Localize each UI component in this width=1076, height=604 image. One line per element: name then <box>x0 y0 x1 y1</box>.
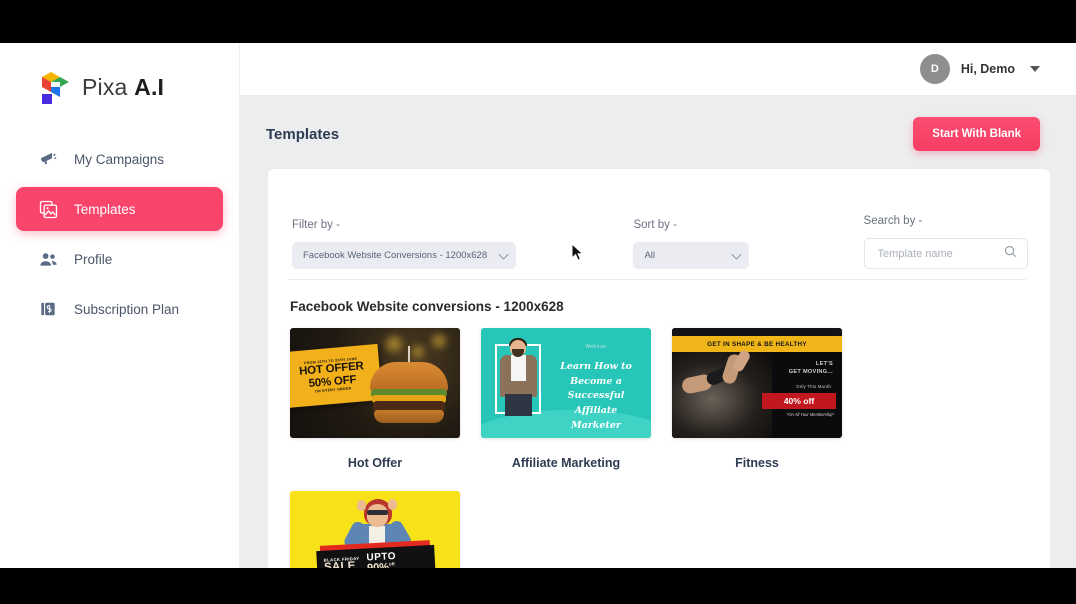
template-name: Fitness <box>735 456 779 470</box>
sidebar-item-label: Profile <box>74 251 113 267</box>
section-title: Facebook Website conversions - 1200x628 <box>290 299 564 314</box>
bokeh-light <box>386 336 402 352</box>
chevron-down-icon <box>498 249 509 260</box>
affiliate-kicker: Webinar <box>585 344 607 350</box>
bf-percent: 90% <box>367 562 390 568</box>
megaphone-icon <box>38 149 58 169</box>
top-strip <box>672 328 842 336</box>
templates-grid: FROM 12TH TO 20TH JUNE HOT OFFER 50% OFF… <box>286 314 1028 568</box>
letterbox-bottom <box>0 568 1076 604</box>
image-stack-icon <box>38 199 58 219</box>
athlete-illustration <box>680 348 756 408</box>
template-name: Affiliate Marketing <box>511 456 621 470</box>
sort-by-group: Sort by - All <box>633 219 749 269</box>
fitness-fine-print: *On All Your Membership* <box>786 412 834 417</box>
fitness-moving: GET MOVING... <box>788 369 833 376</box>
start-with-blank-button[interactable]: Start With Blank <box>913 117 1040 151</box>
sidebar-item-subscription-plan[interactable]: Subscription Plan <box>16 287 223 331</box>
fitness-only-this-month: Only This Month <box>796 384 831 389</box>
fitness-band: GET IN SHAPE & BE HEALTHY <box>672 336 842 352</box>
people-icon <box>38 249 58 269</box>
chevron-down-icon <box>731 249 741 260</box>
avatar: D <box>919 54 950 84</box>
sidebar-item-label: Subscription Plan <box>74 301 180 317</box>
template-thumbnail[interactable]: FROM 12TH TO 20TH JUNE HOT OFFER 50% OFF… <box>290 328 460 438</box>
burger-illustration <box>370 346 448 424</box>
affiliate-line-2: Become a Successful <box>567 375 625 402</box>
template-card-fitness[interactable]: GET IN SHAPE & BE HEALTHY LET'S GET MOVI… <box>672 328 842 470</box>
search-icon[interactable] <box>1004 245 1017 263</box>
sidebar-nav: My Campaigns Templates Profile Subscript… <box>0 137 239 331</box>
sidebar-item-my-campaigns[interactable]: My Campaigns <box>16 137 223 181</box>
sort-by-label: Sort by - <box>633 219 677 231</box>
template-card-affiliate-marketing[interactable]: Webinar Learn How to Become a Successful… <box>481 328 651 470</box>
affiliate-line-3: Affiliate Marketer <box>571 405 621 431</box>
content-header: Templates Start With Blank <box>240 95 1076 151</box>
topbar: D Hi, Demo <box>240 43 1076 95</box>
filter-by-value: Facebook Website Conversions - 1200x628 <box>303 250 488 261</box>
fitness-lets: LET'S <box>815 361 833 367</box>
main-content: Templates Start With Blank Filter by - F… <box>240 95 1076 568</box>
template-name: Hot Offer <box>347 456 403 470</box>
affiliate-copy: Webinar Learn How to Become a Successful… <box>549 344 643 434</box>
user-menu[interactable]: D Hi, Demo <box>919 54 1040 84</box>
search-input[interactable] <box>877 247 997 260</box>
template-card-black-friday-sale[interactable]: BLACK FRIDAY SALE UPTO 90%off Black Frid… <box>290 491 460 568</box>
letterbox-top <box>0 0 1076 43</box>
sidebar-item-label: Templates <box>74 201 136 217</box>
offer-tag: FROM 12TH TO 20TH JUNE HOT OFFER 50% OFF… <box>290 343 383 409</box>
chevron-down-icon[interactable] <box>1030 66 1040 72</box>
template-thumbnail[interactable]: GET IN SHAPE & BE HEALTHY LET'S GET MOVI… <box>672 328 842 438</box>
filters-bar: Filter by - Facebook Website Conversions… <box>286 191 1028 269</box>
sidebar-item-label: My Campaigns <box>74 151 165 167</box>
filter-by-group: Filter by - Facebook Website Conversions… <box>292 219 517 269</box>
sidebar-item-profile[interactable]: Profile <box>16 237 223 281</box>
subscription-card-icon <box>38 299 58 319</box>
search-by-label: Search by - <box>863 215 923 227</box>
pixa-cube-logo-icon <box>38 69 72 105</box>
affiliate-line-1: Learn How to <box>560 361 632 372</box>
brand-name: Pixa A.I <box>82 73 165 100</box>
page-title: Templates <box>266 125 340 143</box>
sort-by-select[interactable]: All <box>633 242 749 269</box>
filter-by-label: Filter by - <box>292 219 340 231</box>
person-illustration <box>497 336 540 416</box>
search-by-group: Search by - <box>863 215 1028 269</box>
sidebar: Pixa A.I My Campaigns Templates Profile … <box>0 43 240 568</box>
filter-by-select[interactable]: Facebook Website Conversions - 1200x628 <box>292 242 517 269</box>
app-window: Pixa A.I My Campaigns Templates Profile … <box>0 43 1076 568</box>
templates-panel: Filter by - Facebook Website Conversions… <box>268 169 1050 568</box>
bf-sale: SALE <box>323 560 356 568</box>
brand-logo[interactable]: Pixa A.I <box>0 43 239 113</box>
search-field[interactable] <box>863 238 1028 269</box>
bokeh-light <box>412 346 424 358</box>
fitness-discount-badge: 40% off <box>762 393 836 409</box>
sidebar-item-templates[interactable]: Templates <box>16 187 223 231</box>
template-thumbnail[interactable]: BLACK FRIDAY SALE UPTO 90%off <box>290 491 460 568</box>
bokeh-light <box>432 334 446 348</box>
fitness-lets-copy: LET'S GET MOVING... <box>789 360 833 377</box>
screen-capture: Pixa A.I My Campaigns Templates Profile … <box>0 0 1076 604</box>
template-card-hot-offer[interactable]: FROM 12TH TO 20TH JUNE HOT OFFER 50% OFF… <box>290 328 460 470</box>
sort-by-value: All <box>644 250 655 261</box>
bf-off: off <box>388 561 395 568</box>
template-thumbnail[interactable]: Webinar Learn How to Become a Successful… <box>481 328 651 438</box>
user-greeting: Hi, Demo <box>960 62 1015 76</box>
